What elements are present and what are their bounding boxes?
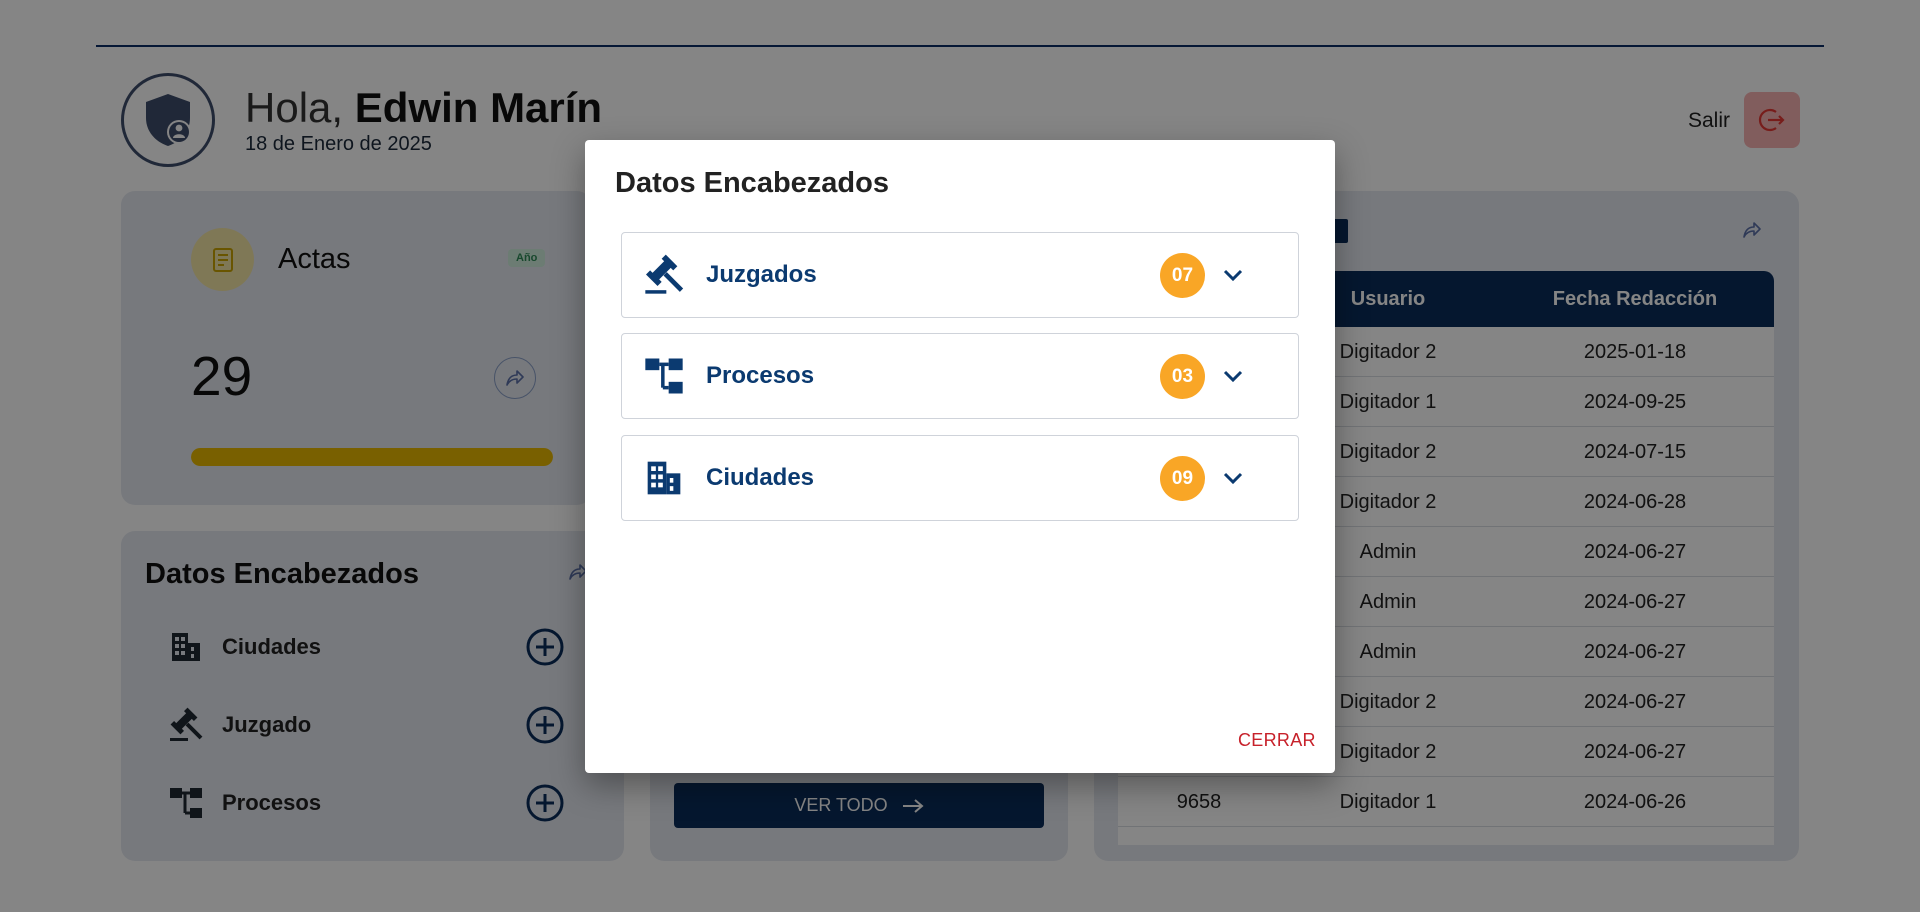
gavel-icon	[645, 254, 684, 294]
count-badge: 03	[1160, 354, 1205, 399]
accordion-label: Juzgados	[706, 261, 817, 288]
hierarchy-icon	[645, 358, 683, 394]
buildings-icon	[647, 461, 681, 495]
accordion-label: Procesos	[706, 362, 815, 389]
close-modal-button[interactable]: CERRAR	[1238, 730, 1316, 751]
chevron-down-icon[interactable]	[1222, 264, 1244, 286]
chevron-down-icon[interactable]	[1222, 365, 1244, 387]
accordion-juzgados[interactable]: Juzgados 07	[621, 232, 1299, 318]
accordion-ciudades[interactable]: Ciudades 09	[621, 435, 1299, 521]
chevron-down-icon[interactable]	[1222, 467, 1244, 489]
count-badge: 09	[1160, 456, 1205, 501]
datos-encabezados-modal: Datos Encabezados Juzgados 07 Procesos 0…	[585, 140, 1335, 773]
count-badge: 07	[1160, 253, 1205, 298]
modal-title: Datos Encabezados	[615, 167, 889, 199]
accordion-procesos[interactable]: Procesos 03	[621, 333, 1299, 419]
accordion-label: Ciudades	[706, 464, 815, 491]
